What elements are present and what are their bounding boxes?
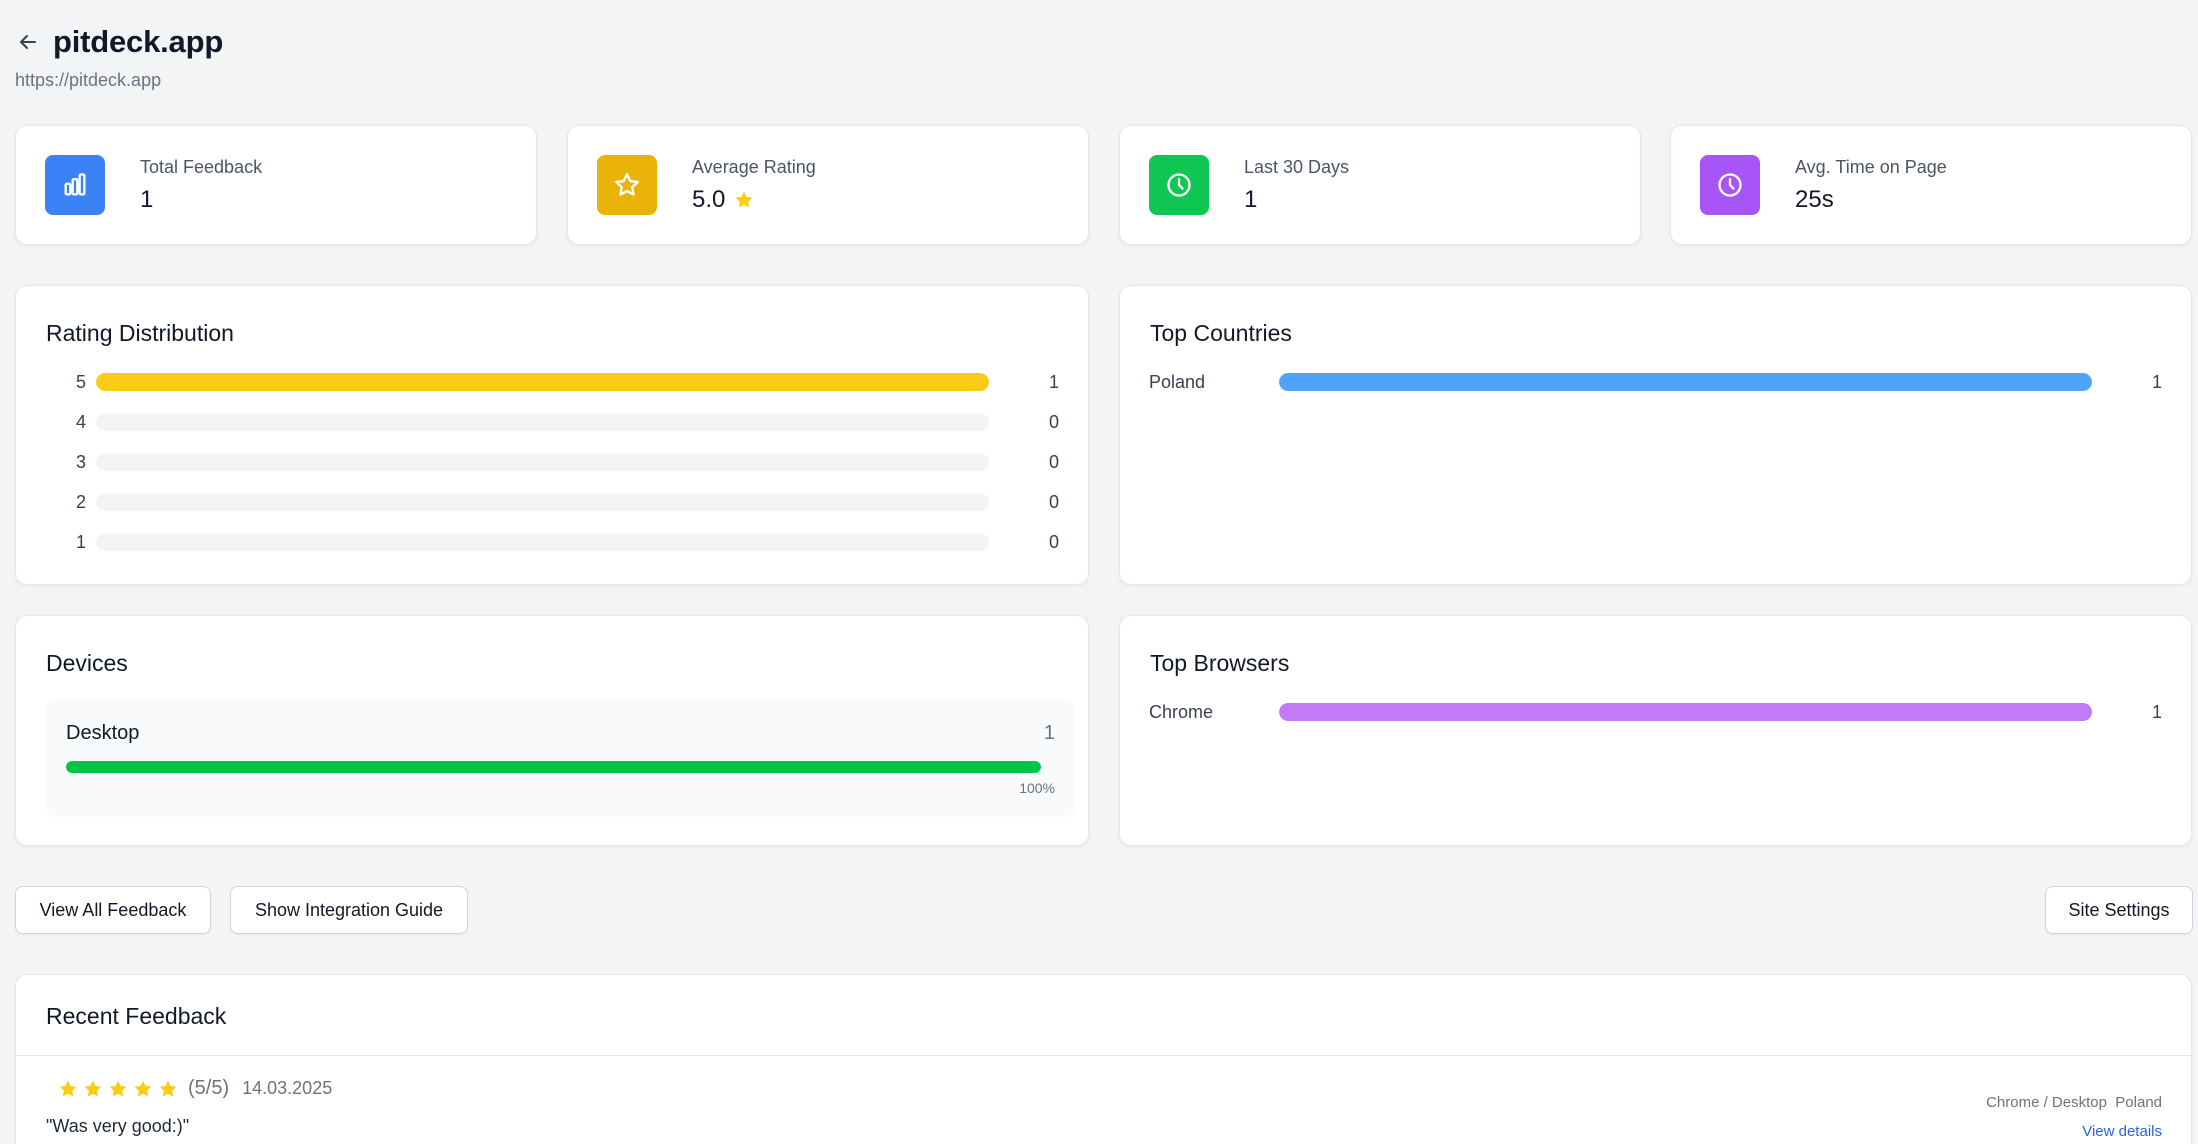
star-icon bbox=[597, 155, 657, 215]
stat-value-text: 1 bbox=[140, 185, 154, 213]
rating-row: 10 bbox=[16, 530, 1088, 554]
stat-value: 1 bbox=[1244, 186, 1349, 214]
row-count: 1 bbox=[2151, 702, 2162, 722]
feedback-date: 14.03.2025 bbox=[242, 1078, 333, 1098]
stat-label: Total Feedback bbox=[140, 156, 263, 177]
divider bbox=[16, 1055, 2191, 1056]
panel-title: Devices bbox=[46, 650, 128, 676]
rating-count: 0 bbox=[1048, 532, 1059, 552]
star-icon bbox=[59, 1080, 77, 1097]
title-row: pitdeck.app bbox=[15, 24, 223, 60]
rating-label: 1 bbox=[75, 532, 86, 552]
stat-card-avg-time-on-page: Avg. Time on Page 25s bbox=[1670, 125, 2192, 245]
row-label: Poland bbox=[1149, 372, 1206, 392]
rating-count: 1 bbox=[1048, 372, 1059, 392]
device-item-desktop: Desktop 1 100% bbox=[46, 700, 1075, 817]
arrow-left-icon[interactable] bbox=[15, 29, 41, 55]
stat-value-text: 25s bbox=[1795, 185, 1834, 213]
rating-row: 51 bbox=[16, 370, 1088, 394]
rating-label: 5 bbox=[75, 372, 86, 392]
device-progress-track bbox=[66, 761, 1041, 773]
stat-label: Average Rating bbox=[692, 156, 816, 177]
rating-bar-track bbox=[96, 413, 989, 431]
feedback-rating: (5/5) 14.03.2025 bbox=[57, 1077, 332, 1100]
star-rating bbox=[57, 1078, 179, 1100]
stat-value: 1 bbox=[140, 186, 262, 214]
top-countries-panel: Top Countries Poland 1 bbox=[1119, 285, 2192, 585]
rating-row: 20 bbox=[16, 490, 1088, 514]
rating-count: 0 bbox=[1048, 492, 1059, 512]
rating-label: 3 bbox=[75, 452, 86, 472]
rating-distribution-panel: Rating Distribution 5140302010 bbox=[15, 285, 1089, 585]
device-percent: 100% bbox=[1019, 780, 1055, 796]
stat-value-text: 1 bbox=[1244, 185, 1258, 213]
panel-title: Rating Distribution bbox=[46, 320, 234, 346]
feedback-text: "Was very good:)" bbox=[46, 1116, 190, 1136]
view-details-link[interactable]: View details bbox=[2082, 1123, 2162, 1140]
clock-icon bbox=[1700, 155, 1760, 215]
bar-fill bbox=[1279, 373, 2092, 391]
devices-panel: Devices Desktop 1 100% bbox=[15, 615, 1089, 846]
stat-card-average-rating: Average Rating 5.0 bbox=[567, 125, 1089, 245]
star-icon bbox=[109, 1080, 127, 1097]
rating-count: 0 bbox=[1048, 452, 1059, 472]
row-count: 1 bbox=[2151, 372, 2162, 392]
rating-bar-track bbox=[96, 453, 989, 471]
panel-title: Top Countries bbox=[1150, 320, 1292, 346]
stat-card-total-feedback: Total Feedback 1 bbox=[15, 125, 537, 245]
feedback-meta: Chrome / Desktop Poland bbox=[1986, 1094, 2162, 1111]
device-count: 1 bbox=[1043, 722, 1055, 744]
rating-label: 2 bbox=[75, 492, 86, 512]
site-settings-button[interactable]: Site Settings bbox=[2045, 886, 2193, 934]
rating-row: 30 bbox=[16, 450, 1088, 474]
rating-bar-track bbox=[96, 533, 989, 551]
view-all-feedback-button[interactable]: View All Feedback bbox=[15, 886, 211, 934]
star-icon bbox=[159, 1080, 177, 1097]
top_countries-row: Poland 1 bbox=[1120, 370, 2191, 394]
bar-track bbox=[1279, 703, 2092, 721]
bar-chart-icon bbox=[45, 155, 105, 215]
rating-bar-track bbox=[96, 373, 989, 391]
rating-count: 0 bbox=[1048, 412, 1059, 432]
bar-fill bbox=[1279, 703, 2092, 721]
recent-feedback-panel: Recent Feedback (5/5) 14.03.2025 "Was ve… bbox=[15, 974, 2192, 1144]
page-header: pitdeck.app https://pitdeck.app bbox=[15, 24, 223, 91]
device-label: Desktop bbox=[66, 722, 140, 744]
stat-label: Avg. Time on Page bbox=[1795, 156, 1947, 177]
star-icon bbox=[84, 1080, 102, 1097]
star-icon bbox=[736, 191, 753, 208]
rating-label: 4 bbox=[75, 412, 86, 432]
show-integration-guide-button[interactable]: Show Integration Guide bbox=[230, 886, 468, 934]
page-title: pitdeck.app bbox=[53, 24, 224, 59]
stat-value: 5.0 bbox=[692, 186, 816, 214]
stat-value: 25s bbox=[1795, 186, 1947, 214]
top_browsers-row: Chrome 1 bbox=[1120, 700, 2191, 724]
stat-value-text: 5.0 bbox=[692, 185, 726, 213]
rating-bar-track bbox=[96, 493, 989, 511]
rating-row: 40 bbox=[16, 410, 1088, 434]
rating-bar-fill bbox=[96, 373, 989, 391]
panel-title: Recent Feedback bbox=[46, 1003, 227, 1029]
row-label: Chrome bbox=[1149, 702, 1214, 722]
star-icon bbox=[134, 1080, 152, 1097]
stat-label: Last 30 Days bbox=[1244, 156, 1350, 177]
bar-track bbox=[1279, 373, 2092, 391]
stat-card-last-30-days: Last 30 Days 1 bbox=[1119, 125, 1641, 245]
feedback-score: (5/5) bbox=[188, 1077, 230, 1099]
clock-icon bbox=[1149, 155, 1209, 215]
top-browsers-panel: Top Browsers Chrome 1 bbox=[1119, 615, 2192, 846]
device-progress-fill bbox=[66, 761, 1041, 773]
site-url: https://pitdeck.app bbox=[15, 70, 162, 90]
panel-title: Top Browsers bbox=[1150, 650, 1290, 676]
